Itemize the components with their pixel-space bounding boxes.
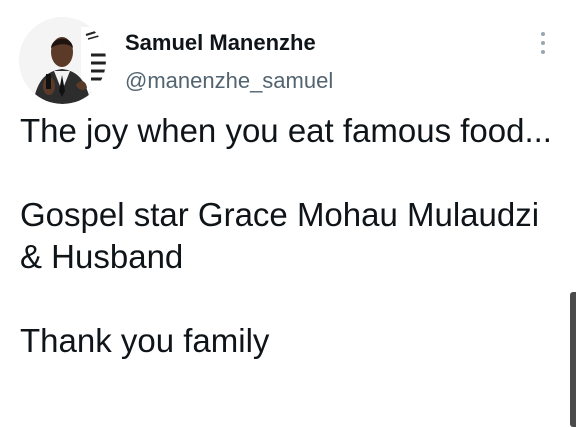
more-vertical-icon xyxy=(541,32,545,36)
more-options-button[interactable] xyxy=(533,32,553,54)
tweet-line: Gospel star Grace Mohau Mulaudzi & Husba… xyxy=(20,196,540,275)
tweet-line: Thank you family xyxy=(20,322,270,359)
tweet-line: The joy when you eat famous food... xyxy=(20,112,552,149)
more-vertical-icon xyxy=(541,41,545,45)
tweet-text: The joy when you eat famous food... Gosp… xyxy=(20,110,555,362)
scrollbar-thumb[interactable] xyxy=(570,292,576,427)
author-handle[interactable]: @manenzhe_samuel xyxy=(125,68,333,94)
author-name[interactable]: Samuel Manenzhe xyxy=(125,30,316,56)
tweet-screenshot: Samuel Manenzhe @manenzhe_samuel The joy… xyxy=(0,0,576,427)
avatar-icon xyxy=(19,17,106,104)
more-vertical-icon xyxy=(541,50,545,54)
avatar[interactable] xyxy=(19,17,106,104)
top-divider xyxy=(118,0,298,3)
